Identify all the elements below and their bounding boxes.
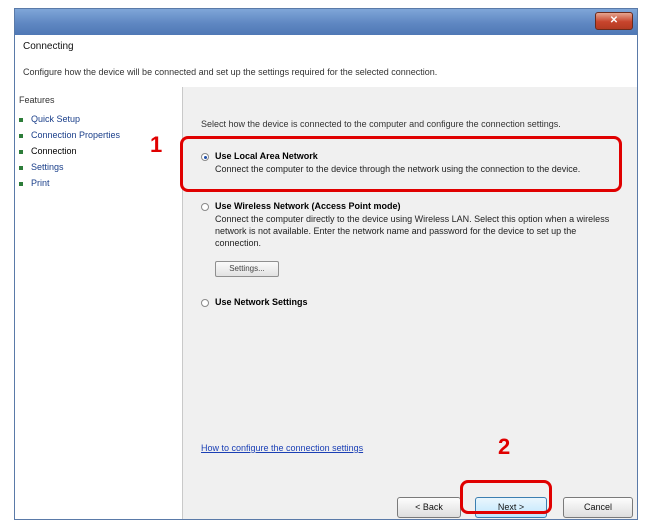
page-description: Configure how the device will be connect… [23, 67, 438, 77]
step-number-2: 2 [498, 434, 511, 459]
option-network-settings[interactable]: Use Network Settings [201, 297, 621, 311]
option-title: Use Local Area Network [215, 151, 318, 161]
step-number-1: 1 [150, 132, 163, 157]
sidebar-item-connection[interactable]: Connection [19, 145, 169, 158]
next-button[interactable]: Next > [475, 497, 547, 518]
radio-local-network[interactable] [201, 153, 209, 161]
sidebar-item-label: Connection [31, 146, 77, 156]
radio-wireless-network[interactable] [201, 203, 209, 211]
sidebar-item-quick-setup[interactable]: Quick Setup [19, 113, 169, 126]
option-wireless-network[interactable]: Use Wireless Network (Access Point mode)… [201, 201, 621, 281]
sidebar-item-label: Print [31, 178, 50, 188]
title-bar: ✕ [15, 9, 637, 35]
sidebar-item-label: Quick Setup [31, 114, 81, 124]
option-description: Connect the computer to the device throu… [215, 164, 581, 174]
main-content: Select how the device is connected to th… [183, 87, 637, 519]
bullet-icon [19, 165, 23, 170]
close-icon: ✕ [609, 15, 619, 26]
option-local-network[interactable]: Use Local Area Network Connect the compu… [201, 151, 621, 191]
bullet-icon [19, 117, 23, 122]
intro-text: Select how the device is connected to th… [201, 119, 561, 129]
option-description: Connect the computer directly to the dev… [215, 214, 610, 248]
back-button[interactable]: < Back [397, 497, 461, 518]
page-title: Connecting [23, 41, 74, 52]
radio-network-settings[interactable] [201, 299, 209, 307]
wireless-settings-button[interactable]: Settings... [215, 261, 279, 277]
sidebar-item-connection-properties[interactable]: Connection Properties [19, 129, 169, 142]
sidebar-item-print[interactable]: Print [19, 177, 169, 190]
sidebar-item-label: Settings [31, 162, 64, 172]
sidebar-item-label: Connection Properties [31, 130, 121, 140]
close-button[interactable]: ✕ [595, 12, 633, 30]
sidebar-item-settings[interactable]: Settings [19, 161, 169, 174]
bullet-icon [19, 133, 23, 138]
option-title: Use Network Settings [215, 297, 308, 307]
cancel-button[interactable]: Cancel [563, 497, 633, 518]
option-title: Use Wireless Network (Access Point mode) [215, 201, 401, 211]
help-link[interactable]: How to configure the connection settings [201, 443, 363, 453]
wizard-header: Connecting Configure how the device will… [15, 35, 637, 88]
sidebar-heading: Features [19, 95, 55, 105]
bullet-icon [19, 181, 23, 186]
wizard-window: ✕ Connecting Configure how the device wi… [14, 8, 638, 520]
bullet-icon [19, 149, 23, 154]
